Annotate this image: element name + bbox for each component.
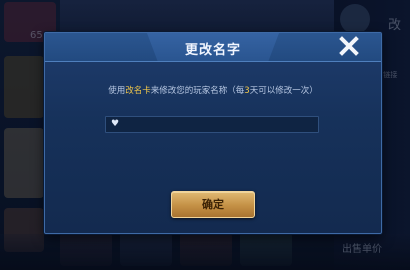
confirm-button[interactable]: 确定 xyxy=(171,191,255,218)
confirm-button-label: 确定 xyxy=(202,198,224,211)
message-middle: 来修改您的玩家名称（每 xyxy=(150,86,245,96)
dialog-title: 更改名字 xyxy=(184,43,241,58)
message-suffix: 天可以修改一次） xyxy=(249,86,318,96)
player-name-input[interactable]: ♥ xyxy=(105,116,319,133)
rename-card-name: 改名卡 xyxy=(125,86,151,96)
close-icon xyxy=(339,36,359,56)
input-value: ♥ xyxy=(111,119,120,129)
close-button[interactable] xyxy=(337,36,361,58)
message-prefix: 使用 xyxy=(108,86,126,96)
rename-instructions: 使用改名卡来修改您的玩家名称（每3天可以修改一次） xyxy=(45,84,381,96)
rename-dialog: 更改名字 使用改名卡来修改您的玩家名称（每3天可以修改一次） ♥ 确定 xyxy=(44,32,382,234)
